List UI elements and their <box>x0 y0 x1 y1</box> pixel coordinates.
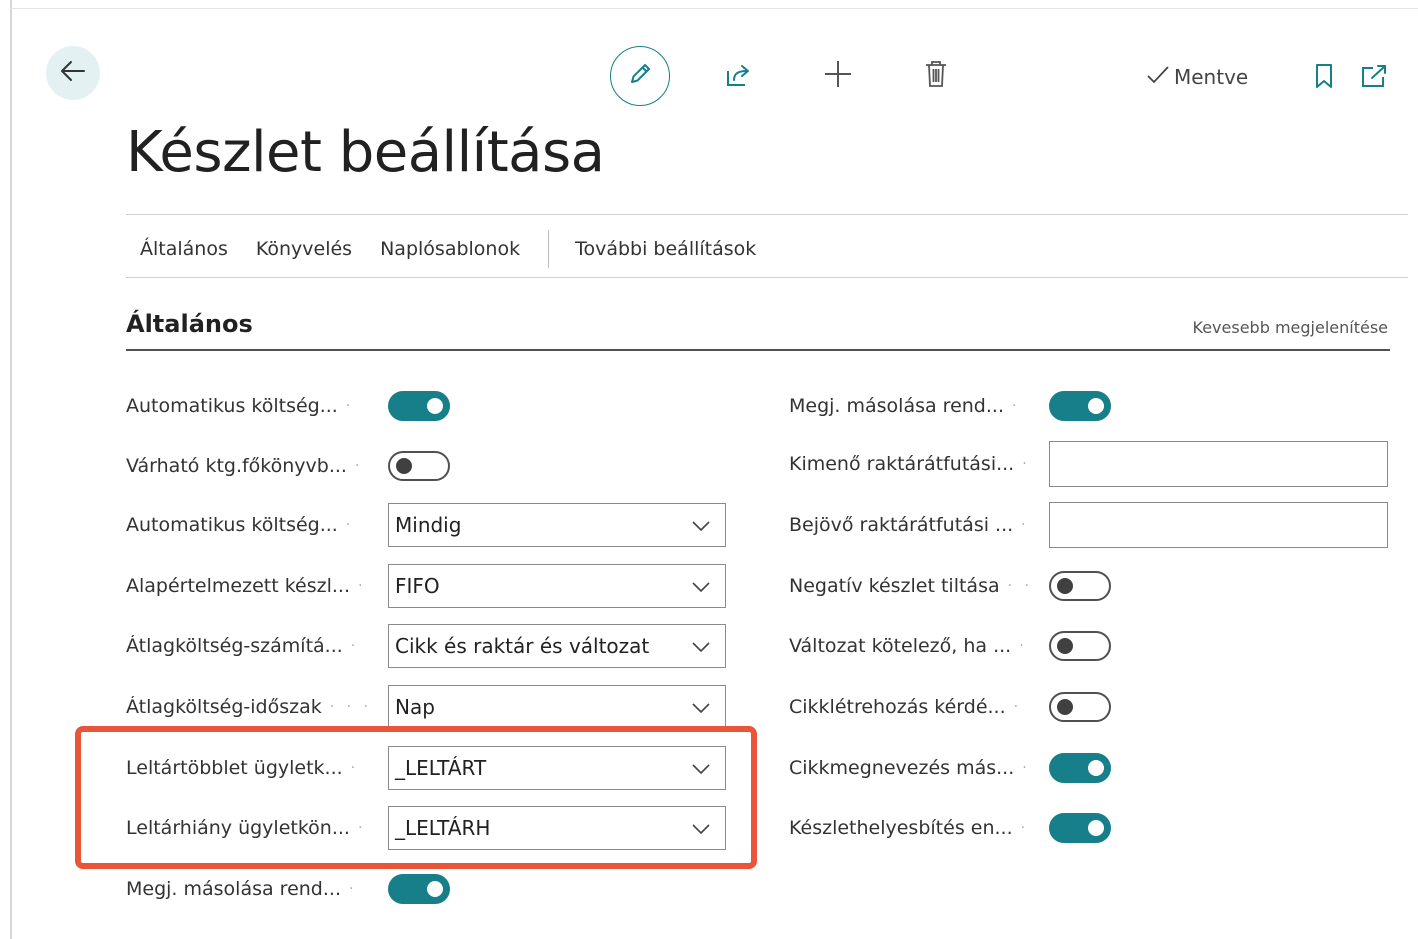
section-underline <box>126 349 1390 351</box>
text-input[interactable] <box>1049 441 1388 487</box>
field-row: Automatikus költség... · <box>126 384 450 428</box>
field-row: Kimenő raktárátfutási... · <box>789 441 1388 487</box>
select-dropdown[interactable]: Cikk és raktár és változat <box>388 624 726 668</box>
highlight-annotation-box <box>75 726 757 869</box>
field-label: Kimenő raktárátfutási... · <box>789 453 1031 475</box>
field-row: Megj. másolása rend... · <box>126 867 450 911</box>
page-edge <box>10 0 12 939</box>
checkmark-icon <box>1146 64 1170 91</box>
open-new-window-button[interactable] <box>1354 58 1394 98</box>
field-row: Változat kötelező, ha ... · <box>789 624 1111 668</box>
field-label: Cikkmegnevezés más... · <box>789 757 1031 779</box>
field-label: Várható ktg.főkönyvb... · <box>126 455 364 477</box>
tab-altalanos[interactable]: Általános <box>126 238 242 260</box>
page-title: Készlet beállítása <box>126 120 605 185</box>
select-value: Mindig <box>395 513 462 537</box>
toggle-switch[interactable] <box>1049 631 1111 661</box>
back-button[interactable] <box>46 46 100 100</box>
chevron-down-icon <box>691 634 711 658</box>
select-value: Nap <box>395 695 435 719</box>
tab-tovabbi-beallitasok[interactable]: További beállítások <box>561 238 770 260</box>
field-row: Megj. másolása rend... · <box>789 384 1111 428</box>
trash-icon <box>922 58 950 94</box>
toggle-switch[interactable] <box>388 451 450 481</box>
field-label: Negatív készlet tiltása · · <box>789 575 1033 597</box>
share-button[interactable] <box>718 58 758 98</box>
bookmark-icon <box>1312 62 1336 94</box>
field-label: Változat kötelező, ha ... · <box>789 635 1028 657</box>
field-label: Alapértelmezett készl... · <box>126 575 367 597</box>
toggle-switch[interactable] <box>388 874 450 904</box>
chevron-down-icon <box>691 513 711 537</box>
field-row: Cikkmegnevezés más... · <box>789 746 1111 790</box>
field-row: Készlethelyesbítés en... · <box>789 806 1111 850</box>
new-button[interactable] <box>818 56 858 96</box>
field-label: Készlethelyesbítés en... · <box>789 817 1030 839</box>
toggle-switch[interactable] <box>1049 571 1111 601</box>
pencil-icon <box>626 60 654 92</box>
section-title: Általános <box>126 310 253 338</box>
field-label: Bejövő raktárátfutási ... · <box>789 514 1030 536</box>
field-row: Várható ktg.főkönyvb... · <box>126 444 450 488</box>
field-label: Átlagköltség-számítá... · <box>126 635 360 657</box>
field-row: Átlagköltség-számítá... · Cikk és raktár … <box>126 624 726 668</box>
open-new-window-icon <box>1359 62 1389 94</box>
field-label: Megj. másolása rend... · <box>789 395 1021 417</box>
tabs-divider-top <box>126 214 1408 215</box>
field-label: Automatikus költség... · <box>126 395 355 417</box>
toggle-switch[interactable] <box>388 391 450 421</box>
field-label: Átlagköltség-időszak · · · <box>126 696 373 718</box>
tabs-divider-bottom <box>126 277 1408 278</box>
show-less-link[interactable]: Kevesebb megjelenítése <box>1193 318 1388 337</box>
tab-separator <box>548 230 550 268</box>
select-dropdown[interactable]: FIFO <box>388 564 726 608</box>
select-value: Cikk és raktár és változat <box>395 634 650 658</box>
field-row: Automatikus költség... · Mindig <box>126 503 726 547</box>
plus-icon <box>822 58 854 94</box>
tab-konyveles[interactable]: Könyvelés <box>242 238 366 260</box>
select-dropdown[interactable]: Nap <box>388 685 726 729</box>
text-input[interactable] <box>1049 502 1388 548</box>
edit-button[interactable] <box>610 46 670 106</box>
tab-naplosablonok[interactable]: Naplósablonok <box>366 238 534 260</box>
field-label: Automatikus költség... · <box>126 514 355 536</box>
toggle-switch[interactable] <box>1049 391 1111 421</box>
chevron-down-icon <box>691 695 711 719</box>
back-arrow-icon <box>58 56 88 90</box>
bookmark-button[interactable] <box>1304 58 1344 98</box>
share-icon <box>723 61 753 95</box>
field-label: Cikklétrehozás kérdé... · <box>789 696 1023 718</box>
toggle-switch[interactable] <box>1049 753 1111 783</box>
field-label: Megj. másolása rend... · <box>126 878 358 900</box>
field-row: Negatív készlet tiltása · · <box>789 564 1111 608</box>
saved-status: Mentve <box>1146 62 1248 92</box>
top-edge <box>10 8 1418 9</box>
field-row: Cikklétrehozás kérdé... · <box>789 685 1111 729</box>
delete-button[interactable] <box>916 56 956 96</box>
field-row: Átlagköltség-időszak · · · Nap <box>126 685 726 729</box>
field-row: Alapértelmezett készl... · FIFO <box>126 564 726 608</box>
tab-bar: Általános Könyvelés Naplósablonok Tovább… <box>126 228 770 270</box>
saved-label: Mentve <box>1174 65 1249 89</box>
select-value: FIFO <box>395 574 440 598</box>
chevron-down-icon <box>691 574 711 598</box>
toggle-switch[interactable] <box>1049 692 1111 722</box>
field-row: Bejövő raktárátfutási ... · <box>789 502 1388 548</box>
select-dropdown[interactable]: Mindig <box>388 503 726 547</box>
toggle-switch[interactable] <box>1049 813 1111 843</box>
